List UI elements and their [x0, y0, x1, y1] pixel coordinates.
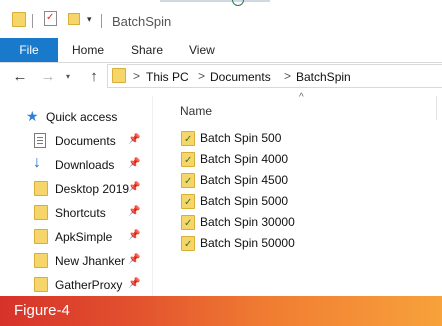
title-bar: ✓ ▾ BatchSpin [0, 0, 442, 38]
sidebar-item-new-jhanker[interactable]: New Jhanker 📌 [26, 250, 144, 272]
file-name: Batch Spin 50000 [200, 236, 295, 250]
documents-icon [34, 133, 46, 148]
folder-icon: ✓ [181, 215, 195, 230]
file-name: Batch Spin 30000 [200, 215, 295, 229]
list-item[interactable]: ✓ Batch Spin 30000 [181, 212, 431, 233]
list-item[interactable]: ✓ Batch Spin 500 [181, 128, 431, 149]
breadcrumb-documents[interactable]: Documents [210, 70, 271, 84]
folder-icon [34, 277, 48, 292]
chevron-right-icon: > [198, 69, 206, 83]
folder-icon [12, 12, 26, 27]
sidebar-item-label: ApkSimple [55, 230, 113, 244]
folder-icon: ✓ [181, 173, 195, 188]
properties-icon[interactable]: ✓ [44, 11, 57, 26]
customize-toolbar-icon[interactable]: ▾ [87, 14, 92, 25]
breadcrumb-this-pc[interactable]: This PC [146, 70, 189, 84]
folder-icon: ✓ [181, 152, 195, 167]
tab-share[interactable]: Share [131, 38, 163, 62]
sidebar-item-apksimple[interactable]: ApkSimple 📌 [26, 226, 144, 248]
folder-icon [34, 253, 48, 268]
sidebar-item-label: Downloads [55, 158, 115, 172]
pin-icon: 📌 [128, 206, 141, 217]
forward-button[interactable]: → [38, 66, 58, 88]
folder-icon [34, 205, 48, 220]
downloads-icon: ↓ [33, 154, 41, 171]
pin-icon: 📌 [128, 278, 141, 289]
file-name: Batch Spin 4500 [200, 173, 289, 187]
pin-icon: 📌 [128, 254, 141, 265]
separator [32, 14, 33, 28]
pane-divider[interactable] [152, 96, 153, 296]
tab-view[interactable]: View [189, 38, 215, 62]
up-button[interactable]: ↑ [84, 66, 104, 88]
tab-home[interactable]: Home [72, 38, 104, 62]
column-resize-handle[interactable] [436, 96, 437, 120]
folder-icon: ✓ [181, 236, 195, 251]
list-item[interactable]: ✓ Batch Spin 5000 [181, 191, 431, 212]
sort-ascending-icon: ^ [299, 92, 304, 103]
sidebar-item-label: Desktop 2019 [55, 182, 130, 196]
window-title: BatchSpin [112, 14, 172, 29]
sidebar-item-label: GatherProxy [55, 278, 123, 292]
sidebar-item-quick-access[interactable]: ★ Quick access [26, 106, 144, 128]
folder-icon [34, 229, 48, 244]
star-icon: ★ [26, 108, 39, 124]
pin-icon: 📌 [128, 182, 141, 193]
tab-file[interactable]: File [0, 38, 58, 62]
tab-strip-edge [160, 0, 270, 2]
pin-icon: 📌 [128, 230, 141, 241]
file-name: Batch Spin 4000 [200, 152, 289, 166]
chevron-right-icon: > [284, 69, 292, 83]
sidebar-item-downloads[interactable]: ↓ Downloads 📌 [26, 154, 144, 176]
breadcrumb-batchspin[interactable]: BatchSpin [296, 70, 351, 84]
new-folder-icon[interactable] [68, 13, 80, 25]
list-item[interactable]: ✓ Batch Spin 4500 [181, 170, 431, 191]
figure-label: Figure-4 [14, 302, 70, 319]
list-item[interactable]: ✓ Batch Spin 50000 [181, 233, 431, 254]
list-item[interactable]: ✓ Batch Spin 4000 [181, 149, 431, 170]
file-name: Batch Spin 5000 [200, 194, 289, 208]
sidebar-item-label: Shortcuts [55, 206, 106, 220]
pin-icon: 📌 [128, 134, 141, 145]
ribbon [0, 38, 442, 63]
sidebar-item-label: Quick access [46, 110, 118, 124]
recent-locations-icon[interactable]: ▾ [66, 72, 70, 81]
folder-icon: ✓ [181, 131, 195, 146]
folder-icon: ✓ [181, 194, 195, 209]
folder-icon [112, 68, 126, 83]
sidebar-item-gatherproxy[interactable]: GatherProxy 📌 [26, 274, 144, 296]
folder-icon [34, 181, 48, 196]
separator [101, 14, 102, 28]
sidebar-item-label: New Jhanker [55, 254, 126, 268]
back-button[interactable]: ← [10, 66, 30, 88]
column-header-name[interactable]: Name [180, 104, 212, 118]
pin-icon: 📌 [128, 158, 141, 169]
file-name: Batch Spin 500 [200, 131, 282, 145]
sidebar-item-label: Documents [55, 134, 116, 148]
chevron-right-icon: > [133, 69, 141, 83]
sidebar-item-shortcuts[interactable]: Shortcuts 📌 [26, 202, 144, 224]
sidebar-item-desktop-2019[interactable]: Desktop 2019 📌 [26, 178, 144, 200]
sidebar-item-documents[interactable]: Documents 📌 [26, 130, 144, 152]
